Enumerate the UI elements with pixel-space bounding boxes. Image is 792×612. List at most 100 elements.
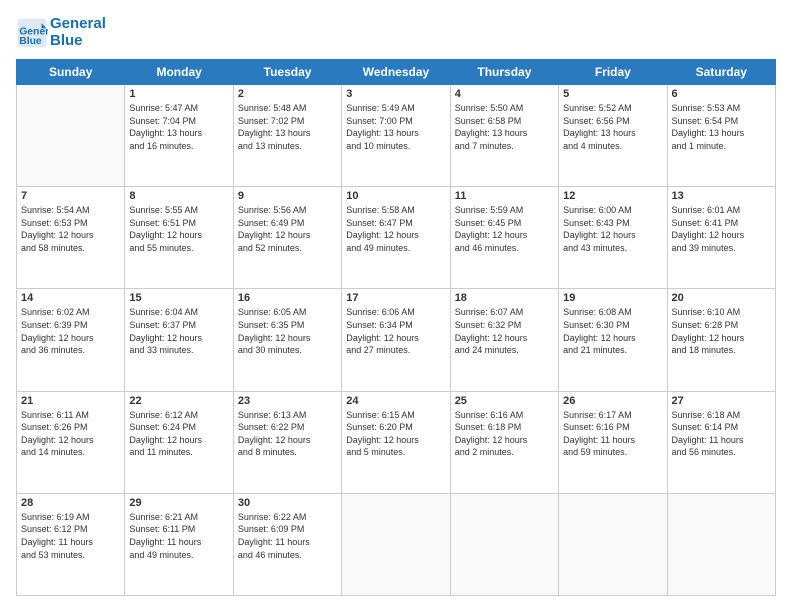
day-cell: 9 Sunrise: 5:56 AM Sunset: 6:49 PM Daylig… [233,187,341,289]
day-number: 25 [455,395,554,407]
day-info: Sunrise: 6:00 AM Sunset: 6:43 PM Dayligh… [563,204,662,254]
day-cell: 30Sunrise: 6:22 AM Sunset: 6:09 PM Dayli… [233,493,341,595]
day-cell: 19 Sunrise: 6:08 AM Sunset: 6:30 PM Dayli… [559,289,667,391]
day-cell: 11 Sunrise: 5:59 AM Sunset: 6:45 PM Dayli… [450,187,558,289]
day-number: 10 [346,190,445,202]
day-number: 18 [455,292,554,304]
day-info: Sunrise: 5:49 AM Sunset: 7:00 PM Dayligh… [346,102,445,152]
day-cell: 21Sunrise: 6:11 AM Sunset: 6:26 PM Dayli… [17,391,125,493]
day-info: Sunrise: 6:08 AM Sunset: 6:30 PM Dayligh… [563,306,662,356]
day-cell: 18 Sunrise: 6:07 AM Sunset: 6:32 PM Dayli… [450,289,558,391]
day-cell: 3Sunrise: 5:49 AM Sunset: 7:00 PM Daylig… [342,85,450,187]
day-info: Sunrise: 6:13 AM Sunset: 6:22 PM Dayligh… [238,409,337,459]
weekday-header-friday: Friday [559,60,667,85]
day-number: 19 [563,292,662,304]
day-cell: 10 Sunrise: 5:58 AM Sunset: 6:47 PM Dayli… [342,187,450,289]
day-info: Sunrise: 6:22 AM Sunset: 6:09 PM Dayligh… [238,511,337,561]
day-info: Sunrise: 6:10 AM Sunset: 6:28 PM Dayligh… [672,306,771,356]
day-cell: 14Sunrise: 6:02 AM Sunset: 6:39 PM Dayli… [17,289,125,391]
day-number: 15 [129,292,228,304]
day-number: 17 [346,292,445,304]
day-number: 14 [21,292,120,304]
day-number: 28 [21,497,120,509]
day-cell: 28 Sunrise: 6:19 AM Sunset: 6:12 PM Dayli… [17,493,125,595]
day-number: 23 [238,395,337,407]
day-cell: 8 Sunrise: 5:55 AM Sunset: 6:51 PM Daylig… [125,187,233,289]
day-number: 11 [455,190,554,202]
day-cell: 29 Sunrise: 6:21 AM Sunset: 6:11 PM Dayli… [125,493,233,595]
day-number: 9 [238,190,337,202]
day-info: Sunrise: 5:58 AM Sunset: 6:47 PM Dayligh… [346,204,445,254]
day-cell [667,493,775,595]
day-cell: 13Sunrise: 6:01 AM Sunset: 6:41 PM Dayli… [667,187,775,289]
day-number: 16 [238,292,337,304]
day-info: Sunrise: 6:01 AM Sunset: 6:41 PM Dayligh… [672,204,771,254]
weekday-header-saturday: Saturday [667,60,775,85]
logo: General Blue GeneralBlue [16,16,106,49]
day-cell: 1 Sunrise: 5:47 AM Sunset: 7:04 PM Daylig… [125,85,233,187]
weekday-header-wednesday: Wednesday [342,60,450,85]
day-cell: 16 Sunrise: 6:05 AM Sunset: 6:35 PM Dayli… [233,289,341,391]
week-row-4: 28 Sunrise: 6:19 AM Sunset: 6:12 PM Dayli… [17,493,776,595]
calendar-table: SundayMondayTuesdayWednesdayThursdayFrid… [16,59,776,596]
day-number: 8 [129,190,228,202]
day-info: Sunrise: 6:11 AM Sunset: 6:26 PM Dayligh… [21,409,120,459]
day-info: Sunrise: 6:21 AM Sunset: 6:11 PM Dayligh… [129,511,228,561]
day-number: 20 [672,292,771,304]
day-info: Sunrise: 6:07 AM Sunset: 6:32 PM Dayligh… [455,306,554,356]
day-cell: 26 Sunrise: 6:17 AM Sunset: 6:16 PM Dayli… [559,391,667,493]
day-cell [450,493,558,595]
day-info: Sunrise: 5:56 AM Sunset: 6:49 PM Dayligh… [238,204,337,254]
day-info: Sunrise: 6:06 AM Sunset: 6:34 PM Dayligh… [346,306,445,356]
day-cell [17,85,125,187]
day-info: Sunrise: 5:55 AM Sunset: 6:51 PM Dayligh… [129,204,228,254]
day-cell: 20 Sunrise: 6:10 AM Sunset: 6:28 PM Dayli… [667,289,775,391]
day-cell: 24Sunrise: 6:15 AM Sunset: 6:20 PM Dayli… [342,391,450,493]
day-info: Sunrise: 6:17 AM Sunset: 6:16 PM Dayligh… [563,409,662,459]
day-cell: 23 Sunrise: 6:13 AM Sunset: 6:22 PM Dayli… [233,391,341,493]
week-row-3: 21Sunrise: 6:11 AM Sunset: 6:26 PM Dayli… [17,391,776,493]
weekday-header-thursday: Thursday [450,60,558,85]
svg-text:Blue: Blue [19,36,42,47]
day-info: Sunrise: 5:47 AM Sunset: 7:04 PM Dayligh… [129,102,228,152]
day-info: Sunrise: 6:12 AM Sunset: 6:24 PM Dayligh… [129,409,228,459]
day-number: 5 [563,88,662,100]
day-info: Sunrise: 5:50 AM Sunset: 6:58 PM Dayligh… [455,102,554,152]
day-cell: 22 Sunrise: 6:12 AM Sunset: 6:24 PM Dayli… [125,391,233,493]
day-info: Sunrise: 6:18 AM Sunset: 6:14 PM Dayligh… [672,409,771,459]
day-number: 27 [672,395,771,407]
day-cell: 4 Sunrise: 5:50 AM Sunset: 6:58 PM Daylig… [450,85,558,187]
day-cell: 5 Sunrise: 5:52 AM Sunset: 6:56 PM Daylig… [559,85,667,187]
weekday-header-monday: Monday [125,60,233,85]
day-number: 7 [21,190,120,202]
day-info: Sunrise: 5:54 AM Sunset: 6:53 PM Dayligh… [21,204,120,254]
weekday-header-sunday: Sunday [17,60,125,85]
day-info: Sunrise: 6:05 AM Sunset: 6:35 PM Dayligh… [238,306,337,356]
logo-text: GeneralBlue [50,16,106,49]
day-cell: 15Sunrise: 6:04 AM Sunset: 6:37 PM Dayli… [125,289,233,391]
day-info: Sunrise: 6:16 AM Sunset: 6:18 PM Dayligh… [455,409,554,459]
day-info: Sunrise: 6:19 AM Sunset: 6:12 PM Dayligh… [21,511,120,561]
day-info: Sunrise: 5:52 AM Sunset: 6:56 PM Dayligh… [563,102,662,152]
day-info: Sunrise: 5:59 AM Sunset: 6:45 PM Dayligh… [455,204,554,254]
weekday-header-row: SundayMondayTuesdayWednesdayThursdayFrid… [17,60,776,85]
day-cell: 27 Sunrise: 6:18 AM Sunset: 6:14 PM Dayli… [667,391,775,493]
calendar-body: 1 Sunrise: 5:47 AM Sunset: 7:04 PM Daylig… [17,85,776,596]
day-cell: 17 Sunrise: 6:06 AM Sunset: 6:34 PM Dayli… [342,289,450,391]
day-number: 6 [672,88,771,100]
header: General Blue GeneralBlue [16,16,776,49]
day-cell: 12 Sunrise: 6:00 AM Sunset: 6:43 PM Dayli… [559,187,667,289]
day-cell: 2Sunrise: 5:48 AM Sunset: 7:02 PM Daylig… [233,85,341,187]
day-number: 4 [455,88,554,100]
day-number: 26 [563,395,662,407]
day-number: 22 [129,395,228,407]
day-number: 2 [238,88,337,100]
day-number: 29 [129,497,228,509]
day-cell [342,493,450,595]
day-number: 1 [129,88,228,100]
day-cell: 25 Sunrise: 6:16 AM Sunset: 6:18 PM Dayli… [450,391,558,493]
day-info: Sunrise: 5:53 AM Sunset: 6:54 PM Dayligh… [672,102,771,152]
day-number: 12 [563,190,662,202]
week-row-1: 7 Sunrise: 5:54 AM Sunset: 6:53 PM Daylig… [17,187,776,289]
weekday-header-tuesday: Tuesday [233,60,341,85]
